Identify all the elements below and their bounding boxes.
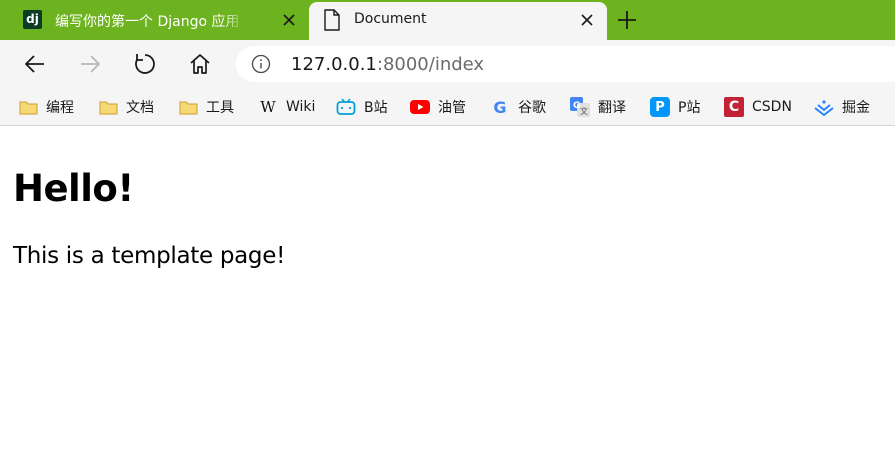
bookmark-label: Wiki	[286, 99, 316, 115]
youtube-icon	[410, 98, 430, 116]
bookmark-google[interactable]: G 谷歌	[490, 88, 546, 126]
home-button[interactable]	[186, 50, 214, 78]
page-paragraph: This is a template page!	[13, 243, 286, 269]
bookmark-youtube[interactable]: 油管	[410, 88, 466, 126]
bookmark-label: 油管	[438, 100, 466, 116]
new-tab-plus-icon[interactable]	[616, 9, 638, 31]
folder-icon	[18, 98, 38, 116]
info-icon[interactable]	[251, 54, 271, 74]
bookmark-label: 谷歌	[518, 100, 546, 116]
django-favicon-icon: dj	[23, 10, 42, 29]
reload-icon	[135, 54, 155, 74]
bookmark-label: B站	[364, 100, 388, 116]
bookmark-label: CSDN	[752, 99, 792, 115]
bookmark-label: 编程	[46, 100, 74, 116]
document-icon	[324, 9, 340, 31]
bookmark-bilibili[interactable]: B站	[336, 88, 388, 126]
address-bar[interactable]: 127.0.0.1:8000/index	[236, 46, 895, 82]
bookmark-juejin[interactable]: 掘金	[814, 88, 870, 126]
close-icon[interactable]	[579, 12, 595, 28]
forward-button[interactable]	[76, 50, 104, 78]
close-icon[interactable]	[281, 12, 297, 28]
navigation-toolbar: 127.0.0.1:8000/index	[0, 40, 895, 88]
bookmark-translate[interactable]: G 文 翻译	[570, 88, 626, 126]
url-path: :8000/index	[376, 54, 485, 75]
juejin-icon	[814, 98, 834, 116]
pixiv-icon: P	[650, 97, 670, 117]
forward-arrow-icon	[81, 55, 100, 73]
back-arrow-icon	[25, 55, 44, 73]
home-icon	[190, 54, 210, 74]
google-icon: G	[493, 97, 507, 117]
tab-document[interactable]: Document	[309, 2, 607, 40]
tab-title: 编写你的第一个 Django 应用，第	[55, 14, 245, 30]
folder-icon	[98, 98, 118, 116]
wikipedia-icon: W	[260, 98, 276, 116]
page-heading: Hello!	[13, 167, 134, 210]
reload-button[interactable]	[131, 50, 159, 78]
tab-django-docs[interactable]: dj 编写你的第一个 Django 应用，第	[0, 0, 306, 40]
bookmark-wiki[interactable]: W Wiki	[258, 88, 315, 126]
bookmark-label: P站	[678, 100, 701, 116]
bookmark-csdn[interactable]: C CSDN	[724, 88, 792, 126]
url-text: 127.0.0.1:8000/index	[291, 54, 484, 75]
bookmark-folder-tools[interactable]: 工具	[178, 88, 234, 126]
tab-title: Document	[354, 11, 427, 27]
csdn-icon: C	[724, 97, 744, 117]
back-button[interactable]	[21, 50, 49, 78]
bookmark-label: 文档	[126, 100, 154, 116]
folder-icon	[178, 98, 198, 116]
bookmark-label: 掘金	[842, 100, 870, 116]
url-host: 127.0.0.1	[291, 54, 377, 75]
tab-strip: dj 编写你的第一个 Django 应用，第 Document	[0, 0, 895, 40]
bookmark-label: 工具	[206, 100, 234, 116]
bilibili-icon	[336, 98, 356, 116]
svg-text:文: 文	[580, 106, 588, 116]
bookmark-pixiv[interactable]: P P站	[650, 88, 700, 126]
bookmark-label: 翻译	[598, 100, 626, 116]
bookmark-folder-docs[interactable]: 文档	[98, 88, 154, 126]
page-content: Hello! This is a template page!	[0, 127, 895, 450]
bookmark-folder-programming[interactable]: 编程	[18, 88, 74, 126]
translate-icon: G 文	[570, 97, 590, 117]
bookmarks-bar: 编程 文档 工具 W Wiki B站 油管 G 谷歌 G 文 翻译 P P站 C…	[0, 88, 895, 126]
